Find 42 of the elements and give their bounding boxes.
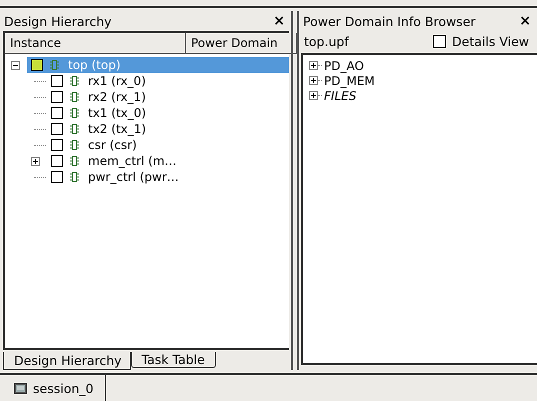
tree-item[interactable]: PD_AO [324,58,364,72]
tab[interactable]: Task Table [130,352,216,368]
panel-title: Power Domain Info Browser [303,14,476,28]
file-name: top.upf [304,34,349,48]
chip-icon [70,75,79,87]
expand-icon[interactable] [309,76,318,85]
collapse-icon[interactable] [11,60,20,70]
checkbox[interactable] [51,91,63,103]
checkbox[interactable] [51,123,63,135]
chip-icon [70,171,79,183]
checkbox[interactable] [51,107,63,119]
panel-title: Design Hierarchy [4,14,112,28]
tree-item[interactable]: tx1 (tx_0) [47,105,289,121]
tree-item[interactable]: FILES [324,88,356,102]
expand-icon[interactable] [309,61,318,70]
tree-item[interactable]: rx1 (rx_0) [47,73,289,89]
chip-icon [70,107,79,119]
checkbox[interactable] [51,155,63,167]
column-header[interactable]: Instance [5,33,186,54]
tree-item[interactable]: mem_ctrl (m… [47,153,289,169]
chip-icon [70,123,79,135]
expand-icon[interactable] [31,156,40,166]
checkbox[interactable] [51,171,63,183]
checkbox[interactable] [51,75,63,87]
tree-item[interactable]: rx2 (rx_1) [47,89,289,105]
tab[interactable]: Design Hierarchy [3,352,131,370]
terminal-icon [14,382,27,394]
checkbox[interactable] [31,59,43,71]
checkbox[interactable] [51,139,63,151]
chip-icon [70,91,79,103]
tree-item[interactable]: PD_MEM [324,74,375,88]
column-header[interactable]: Power Domain [186,33,297,54]
expand-icon[interactable] [309,91,318,100]
chip-icon [70,155,79,167]
chip-icon [50,59,59,71]
tree-item[interactable]: tx2 (tx_1) [47,121,289,137]
close-button[interactable]: × [271,13,287,29]
chip-icon [70,139,79,151]
tree-item[interactable]: csr (csr) [47,137,289,153]
details-view-checkbox[interactable]: Details View [433,34,529,48]
tree-item[interactable]: pwr_ctrl (pwr… [47,169,289,185]
close-button[interactable]: × [517,13,533,29]
